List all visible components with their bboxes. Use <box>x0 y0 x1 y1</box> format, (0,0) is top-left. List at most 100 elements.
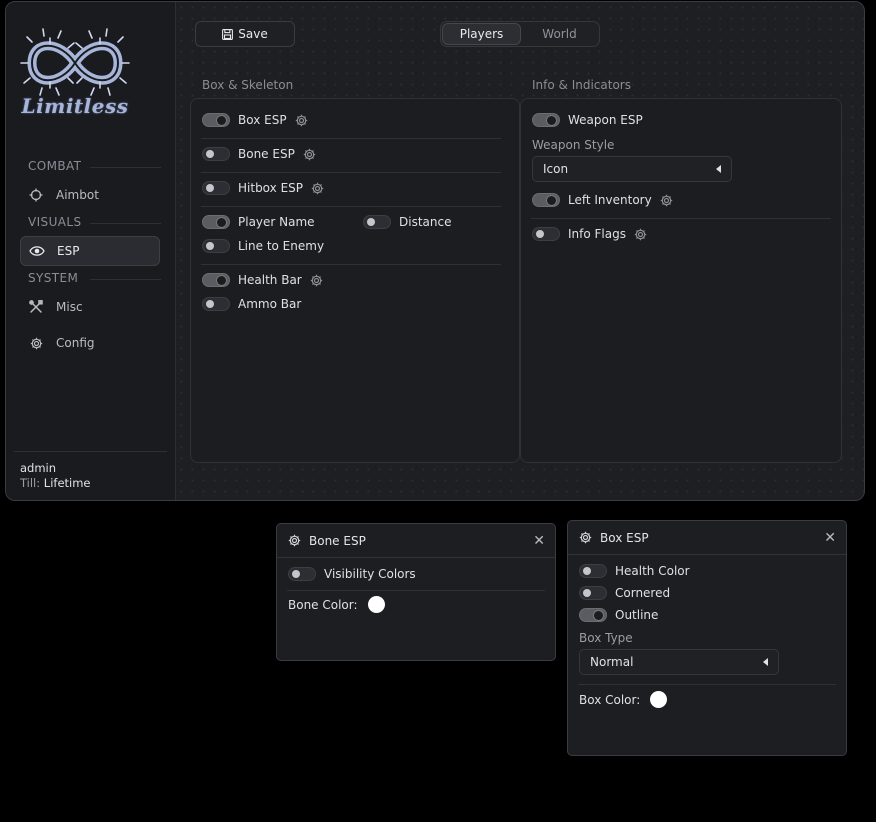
ammo-bar-toggle[interactable] <box>202 297 230 311</box>
box-type-label: Box Type <box>579 631 633 645</box>
row-bone-esp: Bone ESP <box>202 147 316 161</box>
panel-box-skeleton: Box ESP Bone ESP Hitbox ESP Player Name <box>190 98 520 463</box>
tab-world[interactable]: World <box>521 23 598 45</box>
row-cornered: Cornered <box>579 586 670 600</box>
popup-title: Box ESP <box>600 530 649 545</box>
row-health-color: Health Color <box>579 564 690 578</box>
line-to-enemy-label: Line to Enemy <box>238 239 325 253</box>
row-info-flags: Info Flags <box>532 227 647 241</box>
box-type-select[interactable]: Normal <box>579 649 779 675</box>
outline-toggle[interactable] <box>579 608 607 622</box>
sidebar-item-label: ESP <box>57 244 80 258</box>
row-left-inventory: Left Inventory <box>532 193 673 207</box>
gear-icon <box>288 534 301 547</box>
bone-esp-label: Bone ESP <box>238 147 295 161</box>
health-color-toggle[interactable] <box>579 564 607 578</box>
box-esp-popup: Box ESP ✕ Health Color Cornered Outline … <box>567 520 847 756</box>
panel-title-box-skeleton: Box & Skeleton <box>202 78 294 92</box>
box-esp-toggle[interactable] <box>202 113 230 127</box>
bone-esp-toggle[interactable] <box>202 147 230 161</box>
section-system: SYSTEM <box>28 271 79 285</box>
close-icon[interactable]: ✕ <box>533 534 545 548</box>
tools-icon <box>28 299 44 315</box>
player-name-toggle[interactable] <box>202 215 230 229</box>
sidebar-item-config[interactable]: Config <box>20 328 160 358</box>
section-visuals: VISUALS <box>28 215 82 229</box>
eye-icon <box>29 243 45 259</box>
hitbox-esp-toggle[interactable] <box>202 181 230 195</box>
player-name-label: Player Name <box>238 215 315 229</box>
section-divider <box>90 223 161 224</box>
sidebar-item-esp[interactable]: ESP <box>20 236 160 266</box>
gear-icon <box>28 335 44 351</box>
caret-left-icon <box>716 165 721 173</box>
left-inventory-toggle[interactable] <box>532 193 560 207</box>
logo: Limitless <box>20 28 130 123</box>
row-box-color: Box Color: <box>579 691 668 708</box>
section-divider <box>90 167 161 168</box>
panel-info-indicators: Weapon ESP Weapon Style Icon Left Invent… <box>520 98 842 463</box>
row-box-esp: Box ESP <box>202 113 308 127</box>
weapon-style-label: Weapon Style <box>532 138 615 152</box>
box-color-swatch[interactable] <box>650 691 668 708</box>
gear-icon[interactable] <box>303 148 316 161</box>
weapon-style-select[interactable]: Icon <box>532 156 732 182</box>
gear-icon[interactable] <box>634 228 647 241</box>
sidebar: Limitless COMBAT Aimbot VISUALS ESP SYST… <box>6 2 176 500</box>
weapon-style-value: Icon <box>543 162 569 176</box>
distance-toggle[interactable] <box>363 215 391 229</box>
caret-left-icon <box>763 658 768 666</box>
row-outline: Outline <box>579 608 658 622</box>
tab-bar: Players World <box>440 21 600 47</box>
row-bone-color: Bone Color: <box>288 596 385 613</box>
user-divider <box>14 451 167 452</box>
gear-icon <box>579 531 592 544</box>
section-combat: COMBAT <box>28 159 82 173</box>
cornered-toggle[interactable] <box>579 586 607 600</box>
row-distance: Distance <box>363 215 451 229</box>
visibility-colors-label: Visibility Colors <box>324 567 416 581</box>
save-label: Save <box>238 27 268 41</box>
box-color-label: Box Color: <box>579 692 641 707</box>
divider <box>201 172 501 173</box>
info-flags-label: Info Flags <box>568 227 626 241</box>
till-value: Lifetime <box>43 476 91 490</box>
row-line-to-enemy: Line to Enemy <box>202 239 324 253</box>
sidebar-item-aimbot[interactable]: Aimbot <box>20 180 160 210</box>
gear-icon[interactable] <box>311 182 324 195</box>
row-visibility-colors: Visibility Colors <box>288 567 416 581</box>
divider <box>201 206 501 207</box>
till-label: Till: <box>20 476 41 490</box>
line-to-enemy-toggle[interactable] <box>202 239 230 253</box>
sidebar-item-label: Config <box>56 336 95 350</box>
sidebar-item-label: Aimbot <box>56 188 99 202</box>
visibility-colors-toggle[interactable] <box>288 567 316 581</box>
bone-color-label: Bone Color: <box>288 597 358 612</box>
info-flags-toggle[interactable] <box>532 227 560 241</box>
sidebar-item-misc[interactable]: Misc <box>20 292 160 322</box>
bone-color-swatch[interactable] <box>367 596 385 613</box>
crosshair-icon <box>28 187 44 203</box>
weapon-esp-toggle[interactable] <box>532 113 560 127</box>
divider <box>201 138 501 139</box>
distance-label: Distance <box>399 215 452 229</box>
close-icon[interactable]: ✕ <box>824 531 836 545</box>
popup-header: Box ESP <box>568 521 846 555</box>
row-weapon-esp: Weapon ESP <box>532 113 643 127</box>
divider <box>531 218 831 219</box>
gear-icon[interactable] <box>295 114 308 127</box>
user-name: admin <box>20 461 57 475</box>
health-bar-toggle[interactable] <box>202 273 230 287</box>
gear-icon[interactable] <box>660 194 673 207</box>
gear-icon[interactable] <box>310 274 323 287</box>
content-area: Save Players World Box & Skeleton Box ES… <box>176 2 864 500</box>
sidebar-item-label: Misc <box>56 300 83 314</box>
main-window: Limitless COMBAT Aimbot VISUALS ESP SYST… <box>5 1 865 501</box>
row-player-name: Player Name <box>202 215 315 229</box>
save-button[interactable]: Save <box>195 21 295 47</box>
row-ammo-bar: Ammo Bar <box>202 297 301 311</box>
bone-esp-popup: Bone ESP ✕ Visibility Colors Bone Color: <box>276 523 556 661</box>
divider <box>578 684 836 685</box>
tab-players[interactable]: Players <box>442 23 521 45</box>
ammo-bar-label: Ammo Bar <box>238 297 302 311</box>
